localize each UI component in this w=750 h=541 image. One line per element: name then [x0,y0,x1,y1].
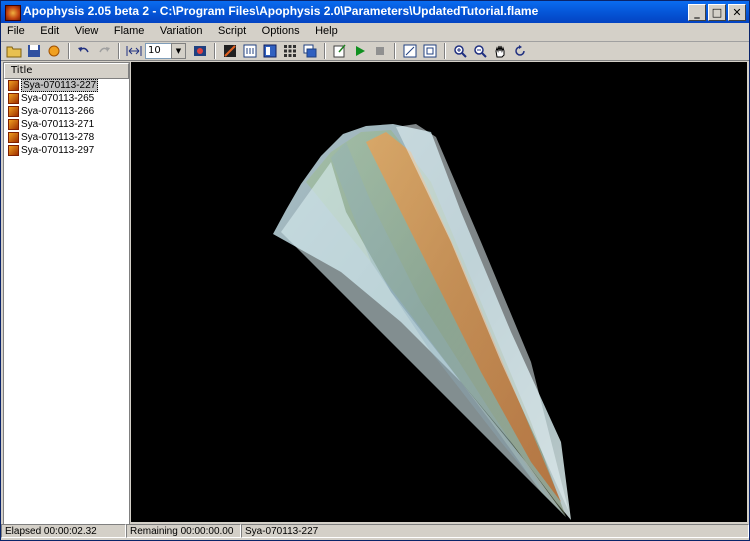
script-editor-icon[interactable] [331,43,349,59]
maximize-button[interactable]: □ [708,4,726,21]
status-bar: Elapsed 00:00:02.32 Remaining 00:00:00.0… [1,524,749,540]
menu-flame[interactable]: Flame [108,23,151,37]
list-item[interactable]: Sya-070113-297 [4,144,129,157]
fit-view-icon[interactable] [421,43,439,59]
list-item[interactable]: Sya-070113-278 [4,131,129,144]
flame-list[interactable]: Title Sya-070113-227 Sya-070113-265 Sya-… [3,62,130,525]
save-icon[interactable] [25,43,43,59]
menu-bar: File Edit View Flame Variation Script Op… [1,23,749,42]
menu-options[interactable]: Options [256,23,306,37]
flame-render [273,124,571,520]
flame-preview-canvas[interactable] [131,62,747,522]
adjust-icon[interactable] [241,43,259,59]
status-current-flame: Sya-070113-227 [241,524,749,538]
play-icon[interactable] [351,43,369,59]
list-item-label: Sya-070113-297 [21,145,95,156]
menu-variation[interactable]: Variation [154,23,209,37]
app-window: Apophysis 2.05 beta 2 - C:\Program Files… [0,0,750,541]
flame-file-icon [8,119,19,130]
menu-script[interactable]: Script [212,23,252,37]
menu-help[interactable]: Help [309,23,344,37]
minimize-button[interactable]: _ [688,4,706,21]
window-title: Apophysis 2.05 beta 2 - C:\Program Files… [23,4,539,18]
random-flame-icon[interactable] [45,43,63,59]
stop-icon[interactable] [371,43,389,59]
density-select[interactable]: 10 ▼ [145,43,186,59]
menu-edit[interactable]: Edit [34,23,65,37]
status-elapsed: Elapsed 00:00:02.32 [1,524,126,538]
image-size-icon[interactable] [401,43,419,59]
flame-file-icon [8,132,19,143]
toolbar: 10 ▼ [1,42,749,61]
menu-view[interactable]: View [69,23,105,37]
undo-icon[interactable] [75,43,93,59]
flame-file-icon [8,106,19,117]
flame-file-icon [8,93,19,104]
apophysis-app-icon[interactable] [5,5,21,21]
list-item-label: Sya-070113-227 [21,79,99,92]
density-value: 10 [148,45,161,56]
list-item-label: Sya-070113-271 [21,119,95,130]
flame-file-icon [8,80,19,91]
list-header-title[interactable]: Title [4,63,129,79]
list-item-label: Sya-070113-278 [21,132,95,143]
title-bar[interactable]: Apophysis 2.05 beta 2 - C:\Program Files… [1,1,749,23]
redo-icon[interactable] [95,43,113,59]
flame-file-icon [8,145,19,156]
status-remaining: Remaining 00:00:00.00 [126,524,241,538]
render-to-disk-icon[interactable] [191,43,209,59]
hand-pan-icon[interactable] [491,43,509,59]
list-item-label: Sya-070113-266 [21,106,95,117]
list-item-label: Sya-070113-265 [21,93,95,104]
open-folder-icon[interactable] [5,43,23,59]
list-item[interactable]: Sya-070113-227 [4,79,129,92]
list-item[interactable]: Sya-070113-271 [4,118,129,131]
zoom-in-icon[interactable] [451,43,469,59]
zoom-out-icon[interactable] [471,43,489,59]
list-item[interactable]: Sya-070113-266 [4,105,129,118]
rotate-icon[interactable] [511,43,529,59]
windows-icon[interactable] [301,43,319,59]
mutate-grid-icon[interactable] [281,43,299,59]
close-button[interactable]: ✕ [728,4,746,21]
gradient-icon[interactable] [261,43,279,59]
menu-file[interactable]: File [1,23,31,37]
editor-icon[interactable] [221,43,239,59]
full-screen-icon[interactable] [125,43,143,59]
list-item[interactable]: Sya-070113-265 [4,92,129,105]
chevron-down-icon[interactable]: ▼ [171,43,186,59]
